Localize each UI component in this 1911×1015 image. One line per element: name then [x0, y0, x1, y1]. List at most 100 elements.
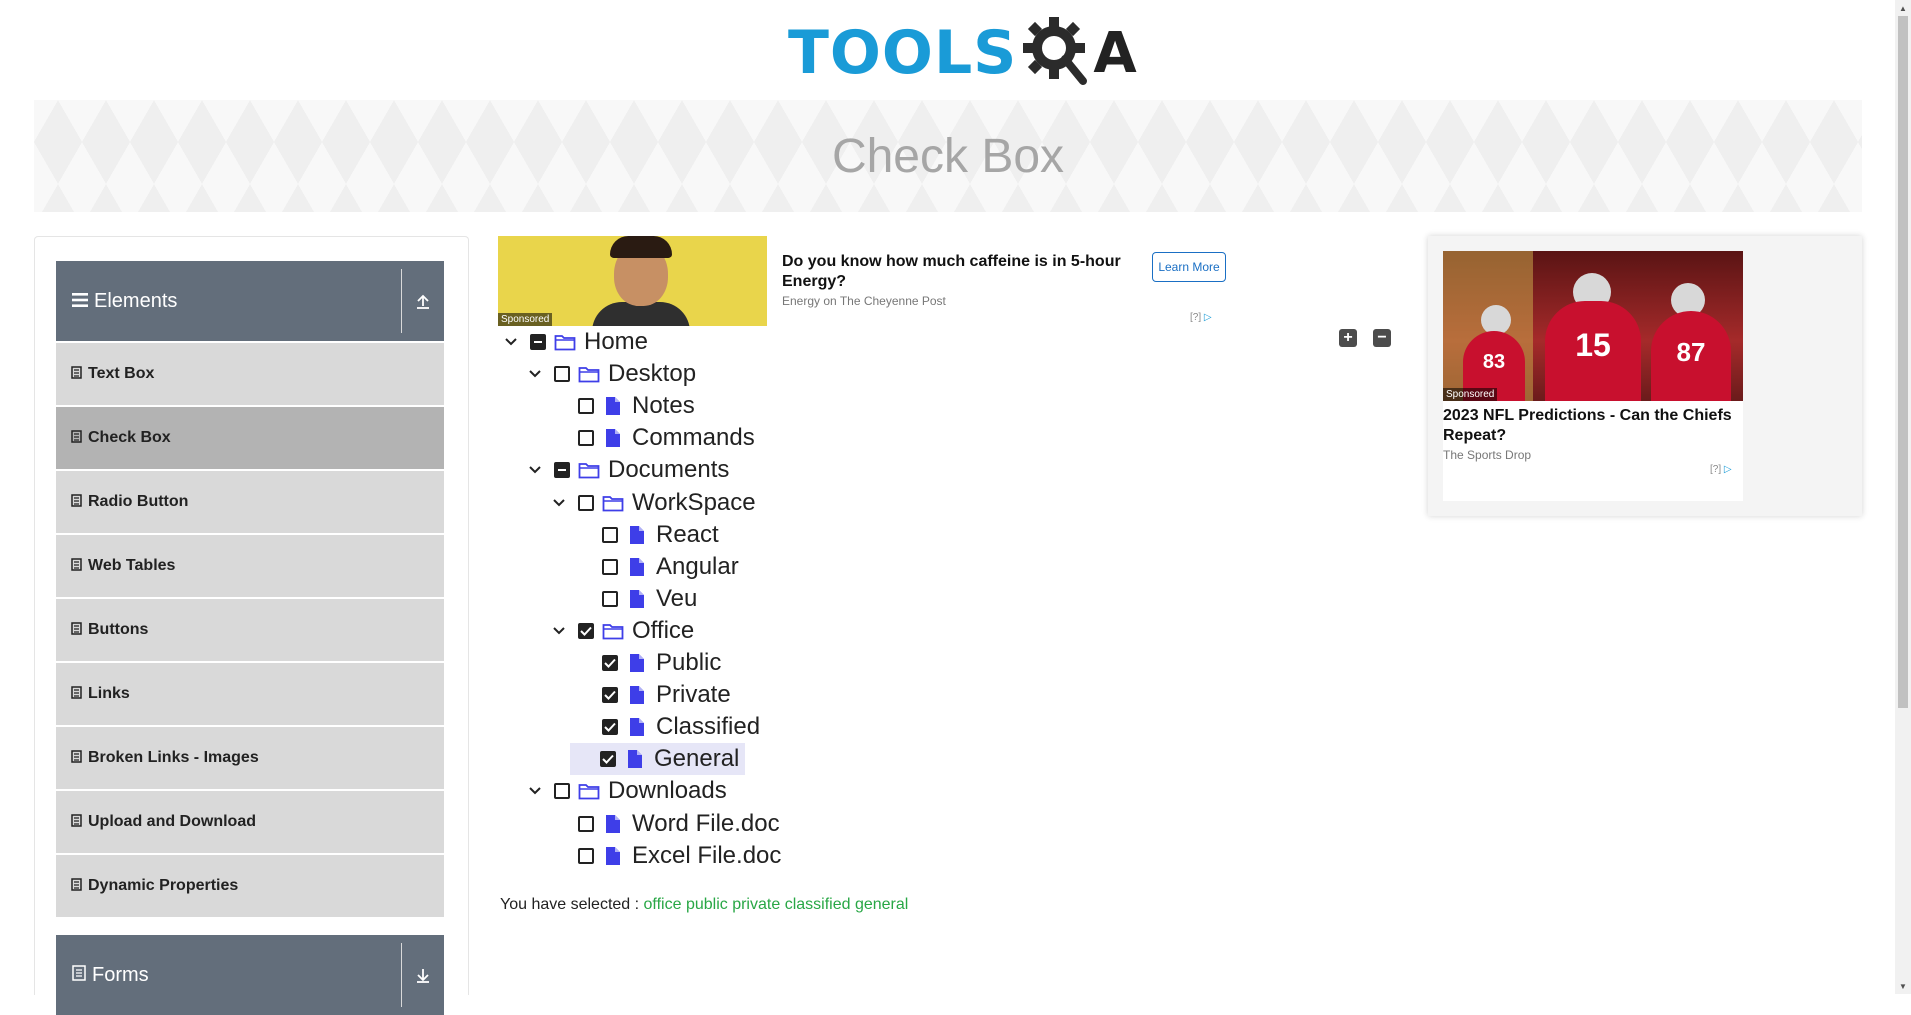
sidebar-item-radio-button[interactable]: Radio Button	[56, 471, 444, 533]
file-icon	[626, 589, 648, 609]
checkbox-checked-icon[interactable]	[578, 622, 594, 639]
tree-node-label[interactable]: Excel File.doc	[632, 842, 781, 870]
collapse-up-icon[interactable]	[401, 269, 444, 333]
logo-a: A	[1093, 20, 1137, 86]
group-label: Forms	[92, 963, 149, 986]
sidebar-item-label: Links	[88, 685, 130, 702]
checkbox-unchecked-icon[interactable]	[578, 815, 594, 832]
tree-node-label[interactable]: WorkSpace	[632, 489, 756, 517]
checkbox-half-icon[interactable]	[530, 334, 546, 350]
chevron-down-icon[interactable]	[524, 369, 546, 379]
tree-node-office[interactable]: Office	[548, 615, 694, 647]
tree-node-label[interactable]: Desktop	[608, 360, 696, 388]
menu-icon	[72, 291, 88, 312]
ad-choice-link[interactable]: [?] ▷	[1190, 312, 1212, 323]
sidebar-item-dynamic-properties[interactable]: Dynamic Properties	[56, 855, 444, 917]
checkbox-unchecked-icon[interactable]	[578, 430, 594, 447]
sidebar-item-text-box[interactable]: Text Box	[56, 343, 444, 405]
selected-item: public	[685, 896, 728, 913]
tree-node-angular[interactable]: Angular	[572, 551, 739, 583]
checkbox-unchecked-icon[interactable]	[602, 590, 618, 607]
form-icon	[70, 430, 82, 446]
plus-icon: +	[1343, 329, 1353, 346]
sidebar-item-label: Check Box	[88, 429, 171, 446]
ad-title[interactable]: 2023 NFL Predictions - Can the Chiefs Re…	[1443, 406, 1743, 446]
tree-node-label[interactable]: General	[654, 745, 739, 773]
tree-node-private[interactable]: Private	[572, 679, 731, 711]
tree-node-label[interactable]: Home	[584, 328, 648, 356]
chevron-down-icon[interactable]	[524, 786, 546, 796]
chevron-down-icon[interactable]	[524, 465, 546, 475]
tree-node-classified[interactable]: Classified	[572, 711, 760, 743]
checkbox-checked-icon[interactable]	[602, 655, 618, 671]
chevron-down-icon[interactable]	[548, 626, 570, 636]
tree-node-label[interactable]: Private	[656, 681, 731, 709]
tree-node-label[interactable]: Veu	[656, 585, 697, 613]
scroll-thumb[interactable]	[1898, 16, 1908, 708]
tree-node-documents[interactable]: Documents	[524, 454, 729, 486]
checkbox-checked-icon[interactable]	[600, 751, 616, 768]
sidebar-item-check-box[interactable]: Check Box	[56, 407, 444, 469]
learn-more-button[interactable]: Learn More	[1152, 252, 1226, 282]
checkbox-half-icon[interactable]	[554, 462, 570, 479]
tree-node-word-file-doc[interactable]: Word File.doc	[548, 808, 780, 840]
sponsored-ad-top[interactable]: Sponsored Do you know how much caffeine …	[498, 236, 1226, 326]
tree-node-public[interactable]: Public	[572, 647, 721, 679]
scroll-up-arrow-icon[interactable]: ▲	[1895, 0, 1911, 16]
tree-node-downloads[interactable]: Downloads	[524, 775, 727, 807]
tree-node-label[interactable]: React	[656, 521, 719, 549]
group-header-forms[interactable]: Forms	[56, 935, 444, 1015]
tree-node-commands[interactable]: Commands	[548, 422, 755, 454]
checkbox-unchecked-icon[interactable]	[578, 494, 594, 511]
selected-items: office public private classified general	[644, 896, 909, 913]
tree-node-veu[interactable]: Veu	[572, 583, 697, 615]
tree-node-desktop[interactable]: Desktop	[524, 358, 696, 390]
chevron-down-icon[interactable]	[548, 498, 570, 508]
sidebar-item-web-tables[interactable]: Web Tables	[56, 535, 444, 597]
ad-choice-link[interactable]: [?] ▷	[1710, 464, 1732, 475]
expand-down-icon[interactable]	[401, 943, 444, 1007]
scroll-down-arrow-icon[interactable]: ▼	[1895, 978, 1911, 994]
checkbox-unchecked-icon[interactable]	[554, 783, 570, 800]
page-scrollbar[interactable]: ▲ ▼	[1895, 0, 1911, 994]
sidebar-item-broken-links[interactable]: Broken Links - Images	[56, 727, 444, 789]
tree-node-label[interactable]: Word File.doc	[632, 810, 780, 838]
collapse-all-button[interactable]: −	[1373, 329, 1391, 347]
tree-node-general[interactable]: General	[570, 743, 746, 776]
checkbox-unchecked-icon[interactable]	[602, 558, 618, 575]
checkbox-unchecked-icon[interactable]	[602, 526, 618, 543]
checkbox-checked-icon[interactable]	[602, 719, 618, 736]
expand-all-button[interactable]: +	[1339, 329, 1357, 347]
tree-node-home[interactable]: Home	[500, 326, 648, 358]
sponsored-ad-right[interactable]: 83 15 87 Sponsored 2023 NFL Predictions …	[1428, 236, 1862, 516]
tree-node-label[interactable]: Commands	[632, 424, 755, 452]
file-icon	[626, 685, 648, 705]
tree-node-label[interactable]: Public	[656, 649, 721, 677]
tree-node-label[interactable]: Office	[632, 617, 694, 645]
tree-node-label[interactable]: Downloads	[608, 777, 727, 805]
tree-node-label[interactable]: Notes	[632, 392, 695, 420]
tree-node-label[interactable]: Angular	[656, 553, 739, 581]
checkbox-unchecked-icon[interactable]	[578, 847, 594, 864]
result-prefix: You have selected :	[500, 896, 640, 913]
tree-node-label[interactable]: Documents	[608, 456, 729, 484]
form-icon	[70, 494, 82, 510]
ad-title[interactable]: Do you know how much caffeine is in 5-ho…	[782, 252, 1132, 292]
tree-node-workspace[interactable]: WorkSpace	[548, 487, 756, 519]
tree-node-notes[interactable]: Notes	[548, 390, 695, 422]
checkbox-unchecked-icon[interactable]	[554, 366, 570, 383]
chevron-down-icon[interactable]	[500, 337, 522, 347]
tree-node-excel-file-doc[interactable]: Excel File.doc	[548, 840, 781, 872]
toolsqa-logo[interactable]: TOOLS A	[788, 14, 1137, 92]
adchoices-icon: ▷	[1203, 312, 1212, 323]
tree-node-react[interactable]: React	[572, 519, 719, 551]
sidebar-item-buttons[interactable]: Buttons	[56, 599, 444, 661]
sidebar-item-upload-download[interactable]: Upload and Download	[56, 791, 444, 853]
adchoices-icon: ▷	[1723, 464, 1732, 475]
tree-node-label[interactable]: Classified	[656, 713, 760, 741]
group-header-elements[interactable]: Elements	[56, 261, 444, 341]
sidebar-item-label: Web Tables	[88, 557, 176, 574]
sidebar-item-links[interactable]: Links	[56, 663, 444, 725]
checkbox-checked-icon[interactable]	[602, 687, 618, 704]
checkbox-unchecked-icon[interactable]	[578, 398, 594, 415]
